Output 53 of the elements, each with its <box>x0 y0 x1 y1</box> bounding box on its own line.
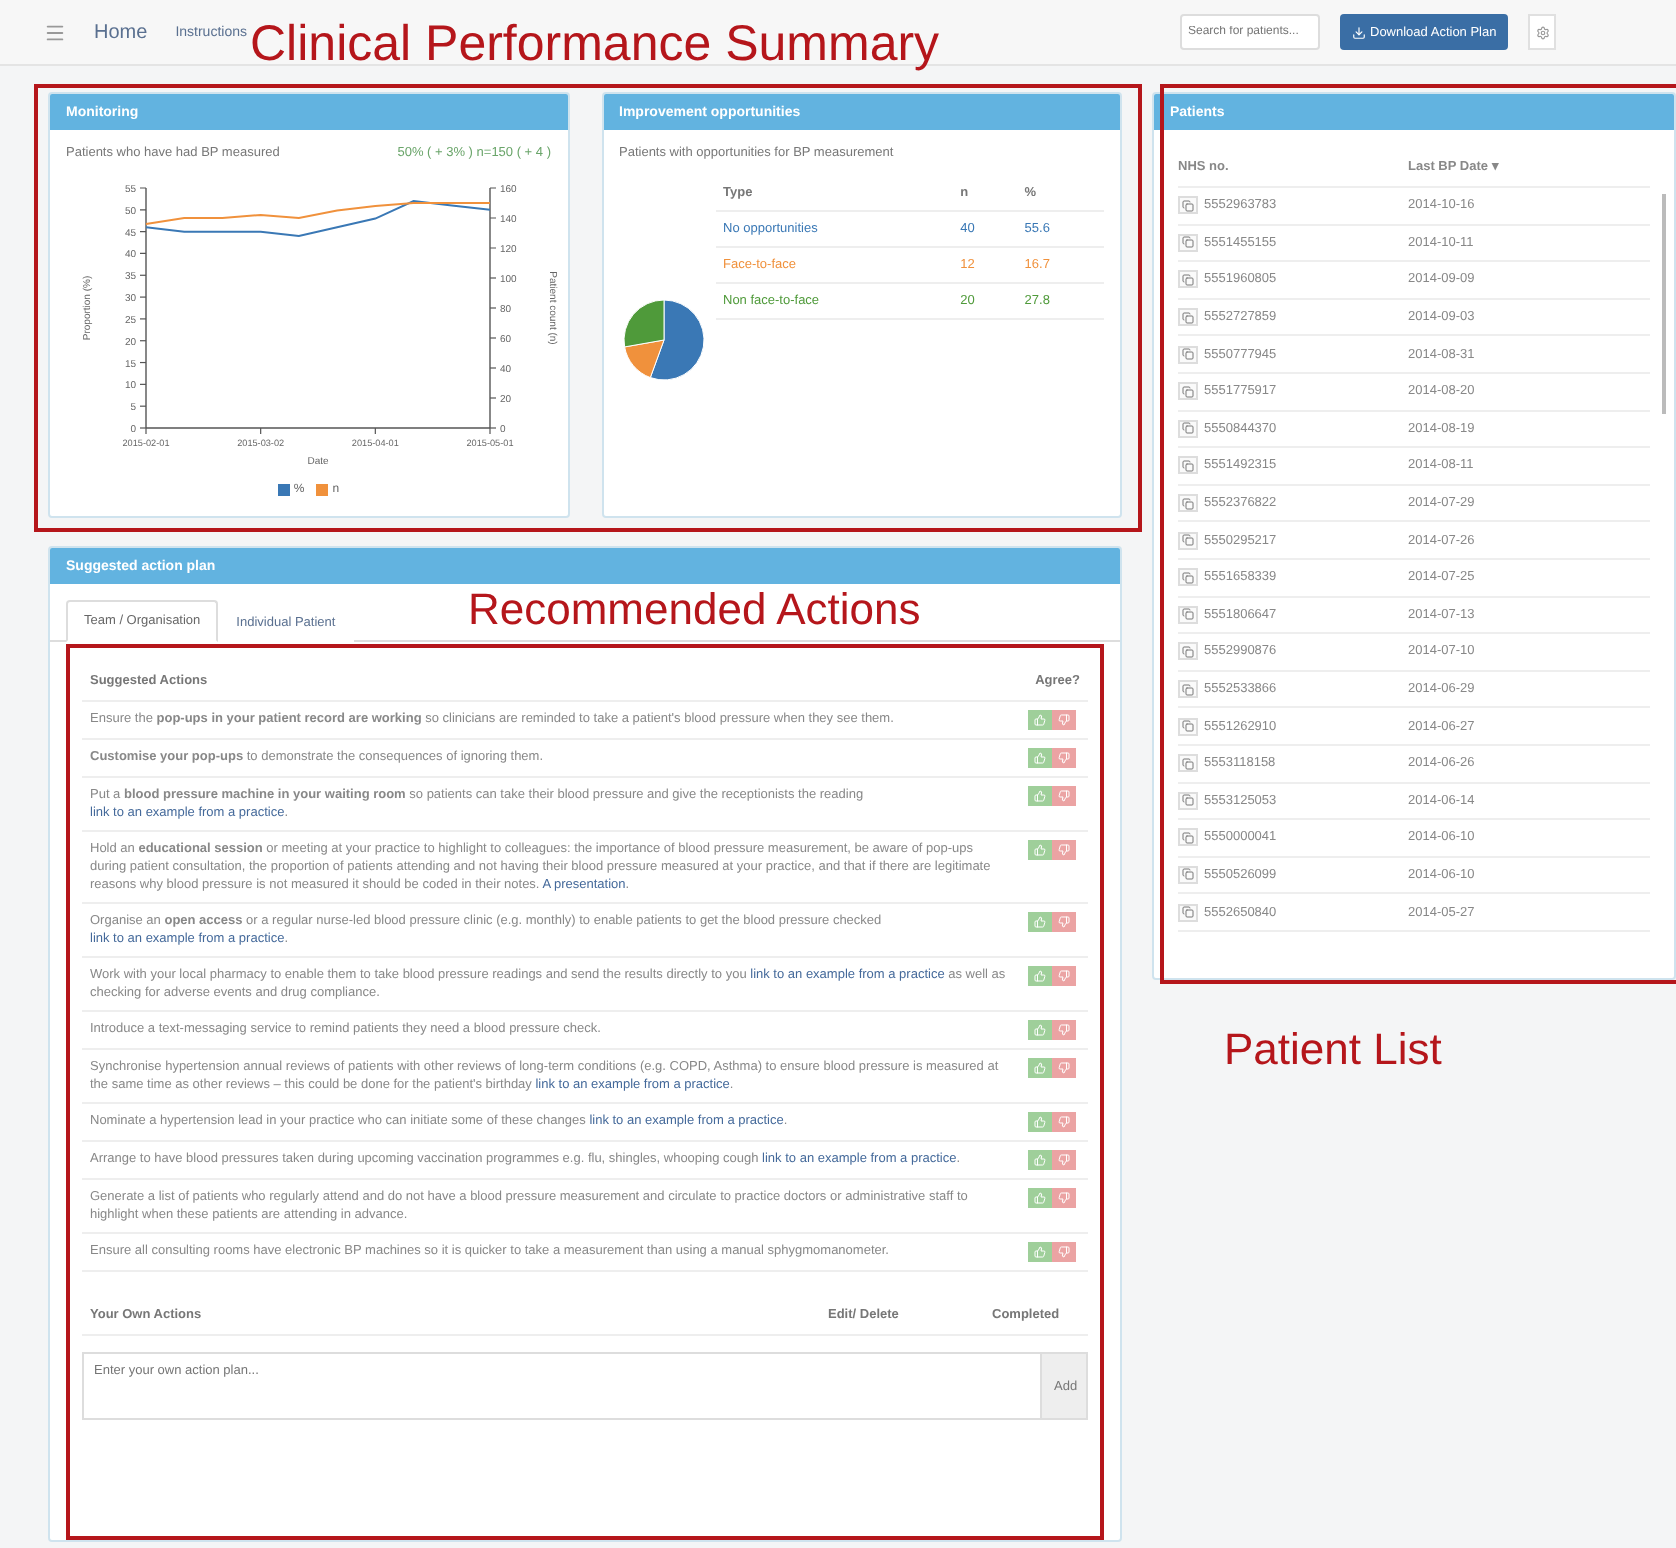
thumbs-down-button[interactable] <box>1052 1188 1076 1208</box>
thumbs-up-button[interactable] <box>1028 1150 1052 1170</box>
copy-button[interactable] <box>1178 419 1198 438</box>
thumbs-up-button[interactable] <box>1028 748 1052 768</box>
copy-button[interactable] <box>1178 345 1198 364</box>
thumbs-down-button[interactable] <box>1052 748 1076 768</box>
thumbs-down-button[interactable] <box>1052 1112 1076 1132</box>
copy-button[interactable] <box>1178 903 1198 922</box>
nav-link[interactable]: Home <box>94 21 148 43</box>
thumbs-down-button[interactable] <box>1052 912 1076 932</box>
thumbs-up-button[interactable] <box>1028 966 1052 986</box>
thumbs-up-button[interactable] <box>1028 840 1052 860</box>
copy-button[interactable] <box>1178 828 1198 847</box>
thumbs-up-button[interactable] <box>1028 1112 1052 1132</box>
copy-button[interactable] <box>1178 233 1198 252</box>
copy-button[interactable] <box>1178 791 1198 810</box>
copy-button[interactable] <box>1178 308 1198 327</box>
copy-button[interactable] <box>1178 456 1198 475</box>
thumbs-down-button[interactable] <box>1052 966 1076 986</box>
copy-button[interactable] <box>1178 270 1198 289</box>
annotation-label: Patient List <box>1224 1024 1442 1076</box>
annotation-label: Recommended Actions <box>468 584 921 636</box>
thumbs-up-button[interactable] <box>1028 912 1052 932</box>
thumbs-down-button[interactable] <box>1052 710 1076 730</box>
download-icon <box>1352 25 1366 39</box>
thumbs-down-button[interactable] <box>1052 1150 1076 1170</box>
settings-icon <box>1535 25 1550 39</box>
thumbs-up-button[interactable] <box>1028 1242 1052 1262</box>
copy-button[interactable] <box>1178 382 1198 401</box>
copy-button[interactable] <box>1178 717 1198 736</box>
thumbs-up-button[interactable] <box>1028 710 1052 730</box>
thumbs-down-button[interactable] <box>1052 1020 1076 1040</box>
copy-button[interactable] <box>1178 494 1198 513</box>
thumbs-down-button[interactable] <box>1052 1058 1076 1078</box>
copy-button[interactable] <box>1178 642 1198 661</box>
thumbs-up-button[interactable] <box>1028 1020 1052 1040</box>
copy-button[interactable] <box>1178 568 1198 587</box>
copy-button[interactable] <box>1178 754 1198 773</box>
menu-icon[interactable] <box>44 21 66 43</box>
copy-button[interactable] <box>1178 531 1198 550</box>
thumbs-up-button[interactable] <box>1028 1188 1052 1208</box>
copy-button[interactable] <box>1178 865 1198 884</box>
copy-button[interactable] <box>1178 605 1198 624</box>
annotation-label: Clinical Performance Summary <box>250 16 940 74</box>
thumbs-down-button[interactable] <box>1052 786 1076 806</box>
thumbs-down-button[interactable] <box>1052 1242 1076 1262</box>
copy-button[interactable] <box>1178 680 1198 699</box>
thumbs-up-button[interactable] <box>1028 786 1052 806</box>
thumbs-up-button[interactable] <box>1028 1058 1052 1078</box>
scrollbar[interactable] <box>1662 194 1666 414</box>
copy-button[interactable] <box>1178 196 1198 215</box>
settings-button[interactable] <box>1528 14 1557 50</box>
thumbs-down-button[interactable] <box>1052 840 1076 860</box>
